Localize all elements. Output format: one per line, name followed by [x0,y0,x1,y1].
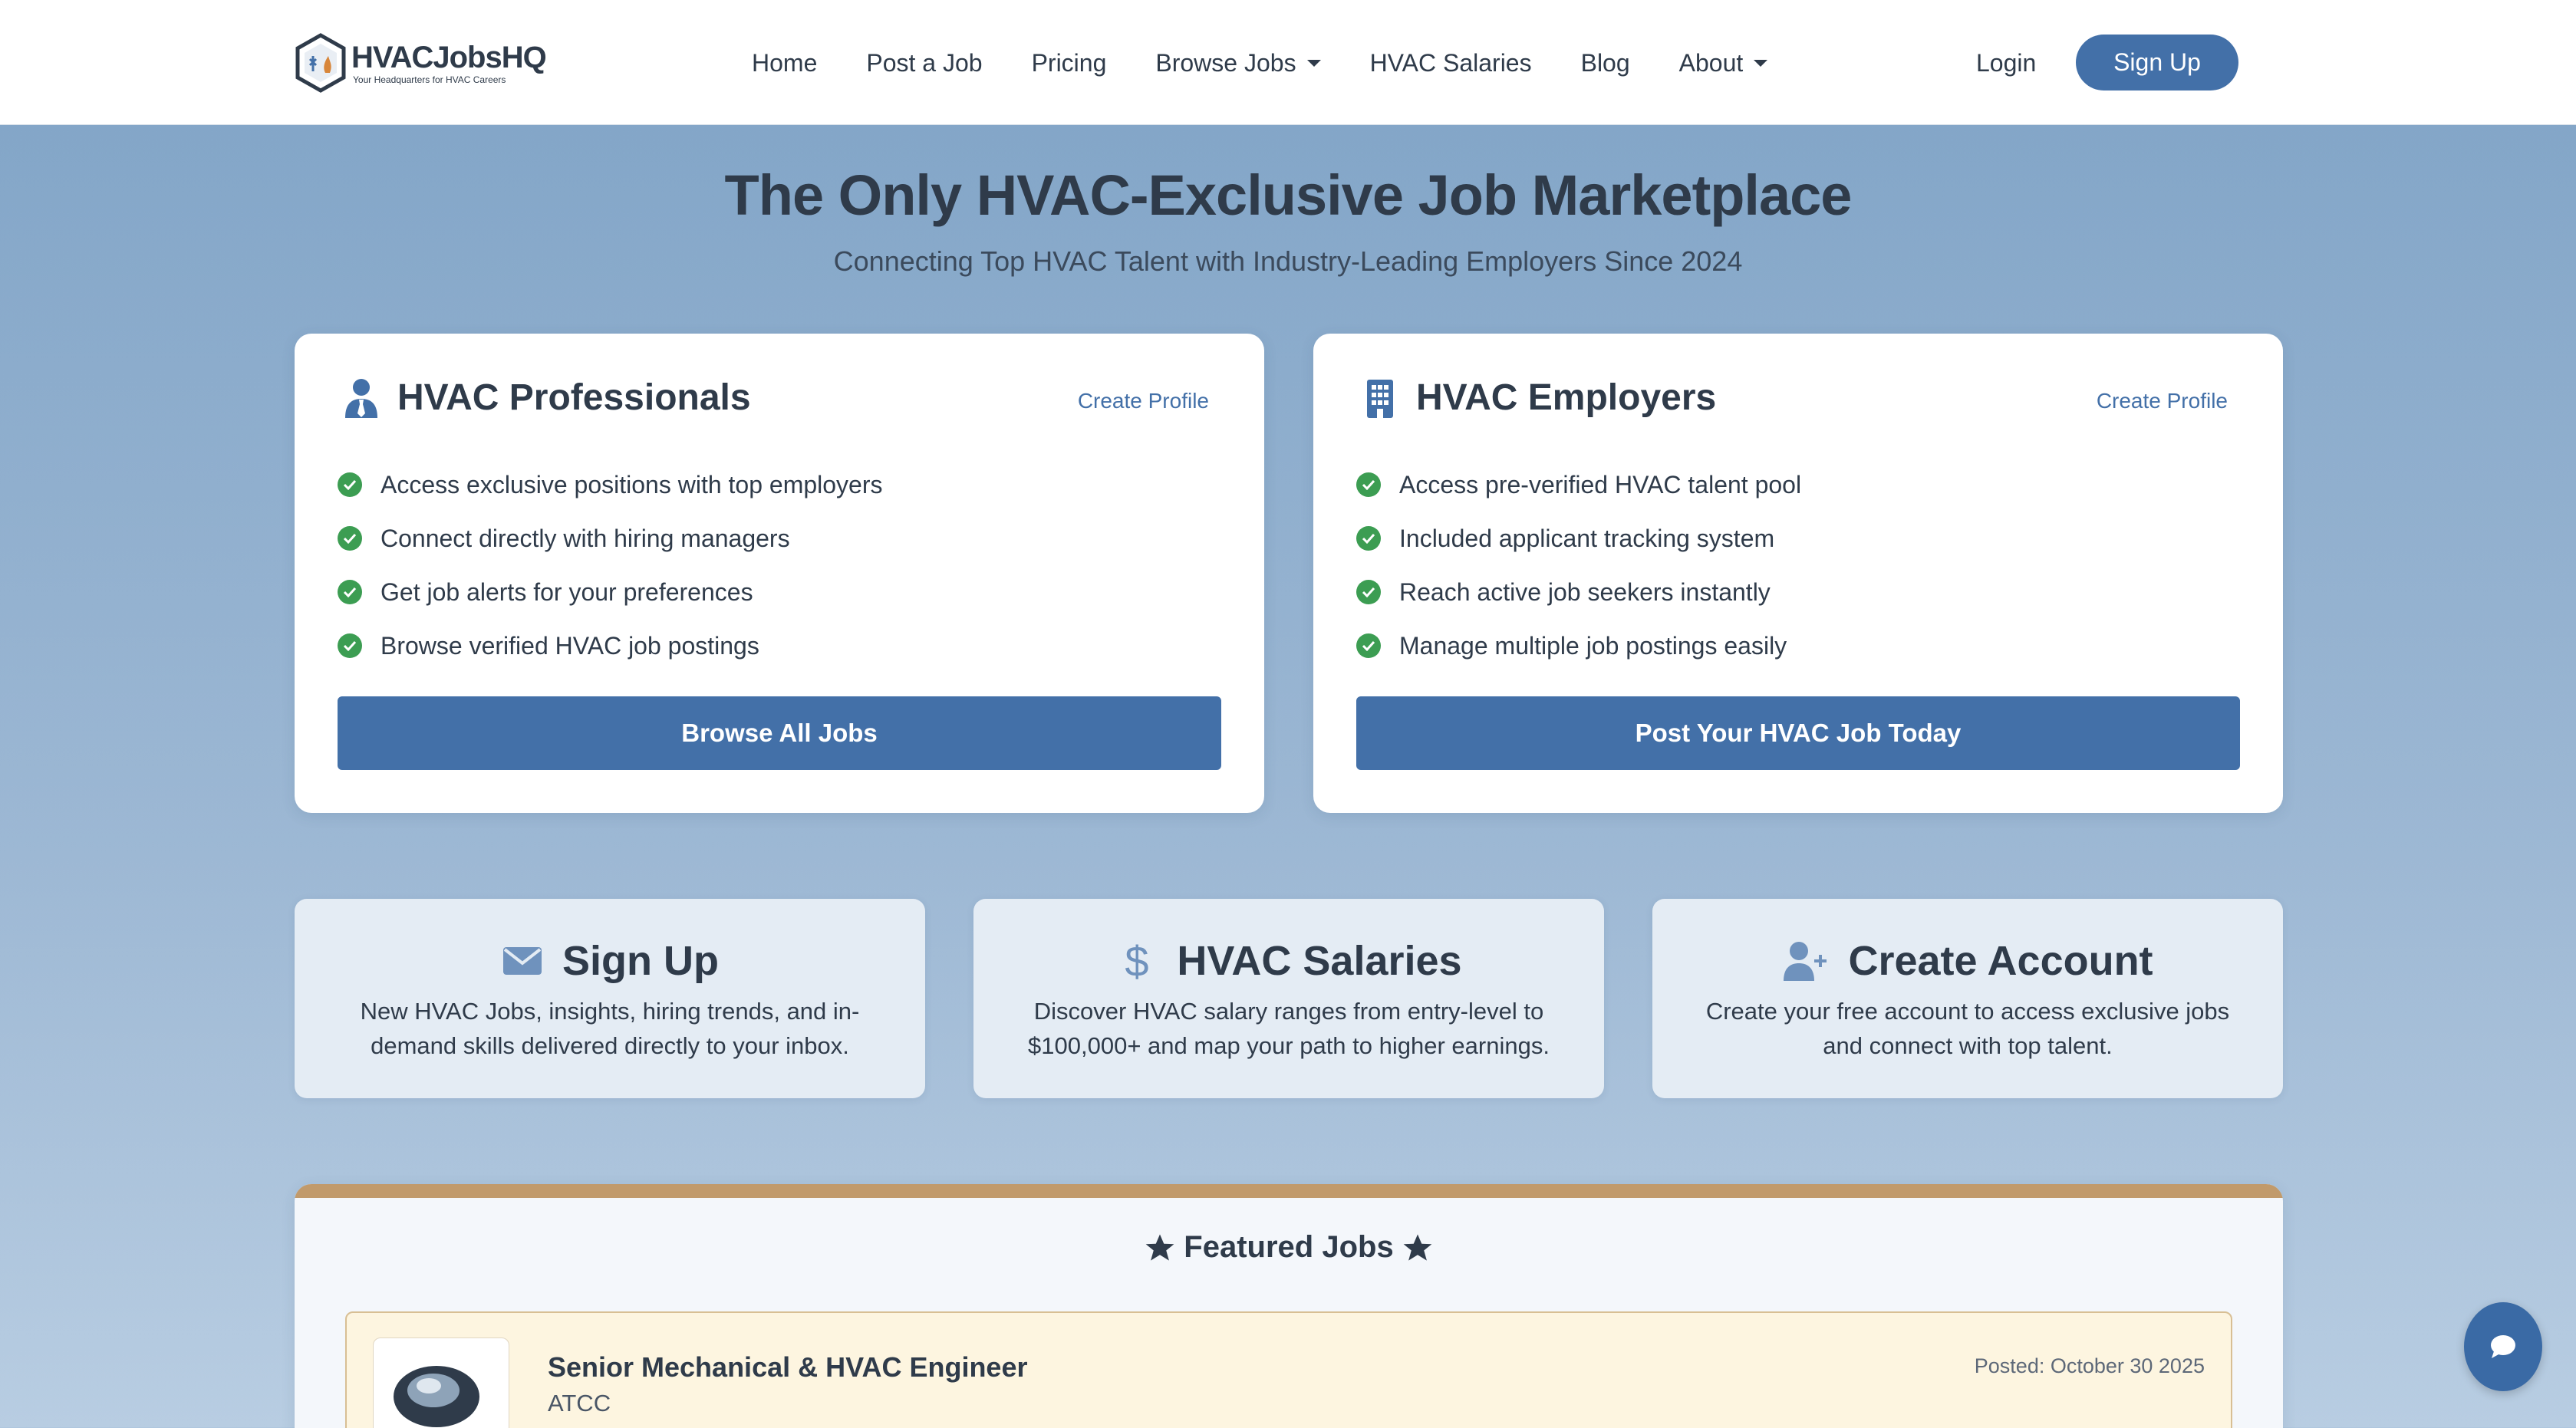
check-circle-icon [1356,472,1381,497]
salaries-info-card[interactable]: $ HVAC Salaries Discover HVAC salary ran… [973,899,1604,1098]
check-circle-icon [338,580,362,604]
nav-home[interactable]: Home [752,49,817,77]
nav-blog[interactable]: Blog [1581,49,1630,77]
create-account-info-card[interactable]: Create Account Create your free account … [1652,899,2283,1098]
brand-logo[interactable]: HVACJobsHQ Your Headquarters for HVAC Ca… [295,32,547,94]
company-logo [373,1338,509,1428]
brand-tagline: Your Headquarters for HVAC Careers [353,74,506,85]
nav-label: Browse Jobs [1155,48,1296,77]
info-card-header: $ HVAC Salaries [973,936,1604,986]
feature-item: Connect directly with hiring managers [338,512,883,565]
feature-text: Get job alerts for your preferences [380,577,753,606]
nav-label: Post a Job [866,48,983,77]
feature-item: Get job alerts for your preferences [338,565,883,619]
employers-card: HVAC Employers Create Profile Access pre… [1313,334,2283,813]
feature-item: Manage multiple job postings easily [1356,619,1801,673]
feature-item: Included applicant tracking system [1356,512,1801,565]
feature-list: Access exclusive positions with top empl… [338,458,883,673]
info-card-title: Create Account [1848,938,2153,984]
check-circle-icon [338,633,362,658]
featured-header: Featured Jobs [295,1230,2283,1265]
main-nav: Home Post a Job Pricing Browse Jobs HVAC… [752,44,1817,81]
post-job-button[interactable]: Post Your HVAC Job Today [1356,696,2240,770]
navbar: HVACJobsHQ Your Headquarters for HVAC Ca… [0,0,2576,125]
user-plus-icon [1784,942,1827,981]
professionals-card: HVAC Professionals Create Profile Access… [295,334,1264,813]
login-link[interactable]: Login [1976,44,2036,81]
brand-name: HVACJobsHQ [351,41,547,74]
signup-info-card[interactable]: Sign Up New HVAC Jobs, insights, hiring … [295,899,925,1098]
signup-button[interactable]: Sign Up [2076,35,2238,90]
logo-hex-icon [295,33,346,93]
star-icon [1145,1234,1174,1261]
nav-pricing[interactable]: Pricing [1032,49,1107,77]
featured-jobs-section: Featured Jobs Senior Mechanical & HVAC E… [295,1184,2283,1428]
info-card-desc: New HVAC Jobs, insights, hiring trends, … [360,998,860,1059]
feature-text: Reach active job seekers instantly [1399,577,1771,606]
building-icon [1367,379,1393,418]
nav-label: Home [752,48,818,77]
chat-button[interactable] [2464,1302,2542,1391]
card-header: HVAC Professionals [344,377,751,419]
check-circle-icon [1356,580,1381,604]
feature-item: Access pre-verified HVAC talent pool [1356,458,1801,512]
nav-post-job[interactable]: Post a Job [866,49,982,77]
info-card-header: Sign Up [295,936,925,986]
feature-text: Access exclusive positions with top empl… [380,470,883,498]
feature-text: Connect directly with hiring managers [380,524,790,552]
info-card-header: Create Account [1652,936,2283,986]
envelope-icon [503,947,542,975]
chat-bubble-icon [2491,1335,2515,1358]
feature-item: Browse verified HVAC job postings [338,619,883,673]
check-circle-icon [1356,633,1381,658]
nav-label: Blog [1580,48,1630,77]
feature-item: Access exclusive positions with top empl… [338,458,883,512]
browse-all-jobs-button[interactable]: Browse All Jobs [338,696,1221,770]
nav-about-dropdown[interactable]: About [1679,49,1768,77]
dollar-icon: $ [1125,939,1149,982]
card-title: HVAC Employers [1416,377,1717,418]
nav-browse-jobs-dropdown[interactable]: Browse Jobs [1155,48,1321,77]
feature-text: Access pre-verified HVAC talent pool [1399,470,1802,498]
card-title: HVAC Professionals [397,377,751,418]
hero-title: The Only HVAC-Exclusive Job Marketplace [724,163,1853,227]
info-card-title: Sign Up [562,938,719,984]
featured-job-card[interactable]: Senior Mechanical & HVAC Engineer ATCC P… [345,1311,2232,1428]
nav-label: About [1678,48,1744,77]
check-circle-icon [338,526,362,551]
feature-list: Access pre-verified HVAC talent pool Inc… [1356,458,1801,673]
featured-title: Featured Jobs [1184,1230,1394,1264]
job-title[interactable]: Senior Mechanical & HVAC Engineer [548,1351,1027,1384]
nav-label: Pricing [1031,48,1107,77]
check-circle-icon [338,472,362,497]
job-posted-date: Posted: October 30 2025 [1974,1354,2205,1377]
create-profile-link[interactable]: Create Profile [1078,389,1209,413]
featured-accent-bar [295,1184,2283,1198]
feature-text: Included applicant tracking system [1399,524,1775,552]
feature-text: Browse verified HVAC job postings [380,631,759,660]
card-header: HVAC Employers [1362,377,1716,419]
create-profile-link[interactable]: Create Profile [2097,389,2228,413]
hero-subtitle: Connecting Top HVAC Talent with Industry… [833,245,1743,277]
feature-text: Manage multiple job postings easily [1399,631,1787,660]
info-card-desc: Discover HVAC salary ranges from entry-l… [1028,998,1550,1059]
job-company: ATCC [548,1390,611,1416]
caret-down-icon [1754,59,1768,67]
check-circle-icon [1356,526,1381,551]
svg-text:$: $ [1125,939,1149,982]
info-card-title: HVAC Salaries [1177,938,1462,984]
star-icon [1403,1234,1432,1261]
info-card-desc: Create your free account to access exclu… [1705,998,2230,1059]
feature-item: Reach active job seekers instantly [1356,565,1801,619]
user-tie-icon [345,378,377,418]
nav-hvac-salaries[interactable]: HVAC Salaries [1370,49,1532,77]
nav-label: HVAC Salaries [1369,48,1532,77]
caret-down-icon [1306,59,1321,67]
